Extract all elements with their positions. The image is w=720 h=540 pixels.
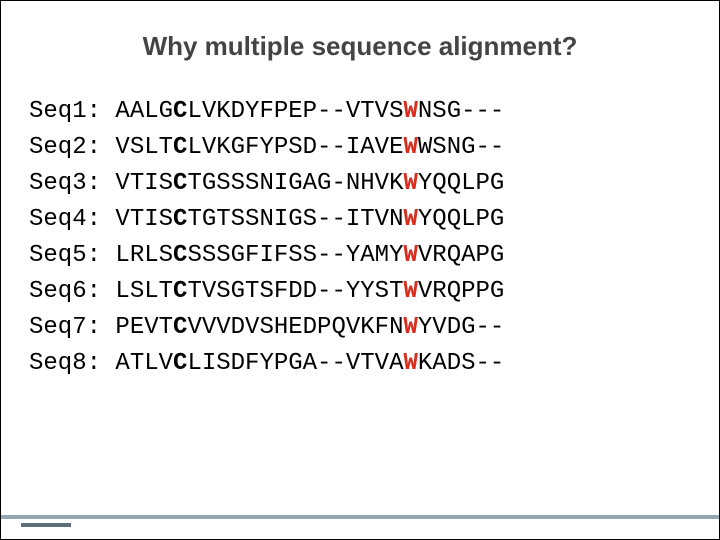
- residue-run: TGTSSNIGS--ITVN: [187, 206, 403, 233]
- residue-run: PEVT: [115, 314, 173, 341]
- footer-rule: [1, 515, 719, 527]
- sequence-label: Seq1:: [29, 98, 115, 125]
- sequence-row: Seq4: VTISCTGTSSNIGS--ITVNWYQQLPG: [29, 202, 719, 238]
- sequence-row: Seq1: AALGCLVKDYFPEP--VTVSWNSG---: [29, 94, 719, 130]
- conserved-cysteine: C: [173, 134, 187, 161]
- residue-run: VRQAPG: [418, 242, 504, 269]
- slide-title: Why multiple sequence alignment?: [1, 1, 719, 72]
- conserved-tryptophan: W: [403, 170, 417, 197]
- residue-run: LISDFYPGA--VTVA: [187, 350, 403, 377]
- sequence-label: Seq7:: [29, 314, 115, 341]
- residue-run: KADS--: [418, 350, 504, 377]
- slide-frame: Why multiple sequence alignment? Seq1: A…: [0, 0, 720, 540]
- sequence-label: Seq6:: [29, 278, 115, 305]
- residue-run: VTIS: [115, 206, 173, 233]
- sequence-label: Seq5:: [29, 242, 115, 269]
- conserved-cysteine: C: [173, 350, 187, 377]
- conserved-cysteine: C: [173, 314, 187, 341]
- residue-run: SSSGFIFSS--YAMY: [187, 242, 403, 269]
- sequence-row: Seq7: PEVTCVVVDVSHEDPQVKFNWYVDG--: [29, 310, 719, 346]
- conserved-cysteine: C: [173, 206, 187, 233]
- residue-run: TVSGTSFDD--YYST: [187, 278, 403, 305]
- conserved-cysteine: C: [173, 278, 187, 305]
- residue-run: WSNG--: [418, 134, 504, 161]
- footer-accent: [21, 523, 71, 527]
- conserved-tryptophan: W: [403, 278, 417, 305]
- sequence-row: Seq2: VSLTCLVKGFYPSD--IAVEWWSNG--: [29, 130, 719, 166]
- conserved-tryptophan: W: [403, 206, 417, 233]
- sequence-row: Seq5: LRLSCSSSGFIFSS--YAMYWVRQAPG: [29, 238, 719, 274]
- residue-run: YVDG--: [418, 314, 504, 341]
- residue-run: NSG---: [418, 98, 504, 125]
- conserved-tryptophan: W: [403, 242, 417, 269]
- sequence-row: Seq6: LSLTCTVSGTSFDD--YYSTWVRQPPG: [29, 274, 719, 310]
- conserved-cysteine: C: [173, 242, 187, 269]
- conserved-tryptophan: W: [403, 350, 417, 377]
- residue-run: LVKDYFPEP--VTVS: [187, 98, 403, 125]
- residue-run: ATLV: [115, 350, 173, 377]
- sequence-row: Seq8: ATLVCLISDFYPGA--VTVAWKADS--: [29, 346, 719, 382]
- residue-run: VTIS: [115, 170, 173, 197]
- conserved-tryptophan: W: [403, 134, 417, 161]
- residue-run: LRLS: [115, 242, 173, 269]
- residue-run: LVKGFYPSD--IAVE: [187, 134, 403, 161]
- sequence-label: Seq2:: [29, 134, 115, 161]
- residue-run: AALG: [115, 98, 173, 125]
- conserved-cysteine: C: [173, 170, 187, 197]
- residue-run: VSLT: [115, 134, 173, 161]
- residue-run: VRQPPG: [418, 278, 504, 305]
- residue-run: YQQLPG: [418, 170, 504, 197]
- residue-run: TGSSSNIGAG-NHVK: [187, 170, 403, 197]
- sequence-label: Seq8:: [29, 350, 115, 377]
- sequence-label: Seq4:: [29, 206, 115, 233]
- conserved-tryptophan: W: [403, 98, 417, 125]
- sequence-row: Seq3: VTISCTGSSSNIGAG-NHVKWYQQLPG: [29, 166, 719, 202]
- residue-run: LSLT: [115, 278, 173, 305]
- sequence-label: Seq3:: [29, 170, 115, 197]
- residue-run: YQQLPG: [418, 206, 504, 233]
- conserved-tryptophan: W: [403, 314, 417, 341]
- alignment-block: Seq1: AALGCLVKDYFPEP--VTVSWNSG---Seq2: V…: [1, 72, 719, 382]
- residue-run: VVVDVSHEDPQVKFN: [187, 314, 403, 341]
- conserved-cysteine: C: [173, 98, 187, 125]
